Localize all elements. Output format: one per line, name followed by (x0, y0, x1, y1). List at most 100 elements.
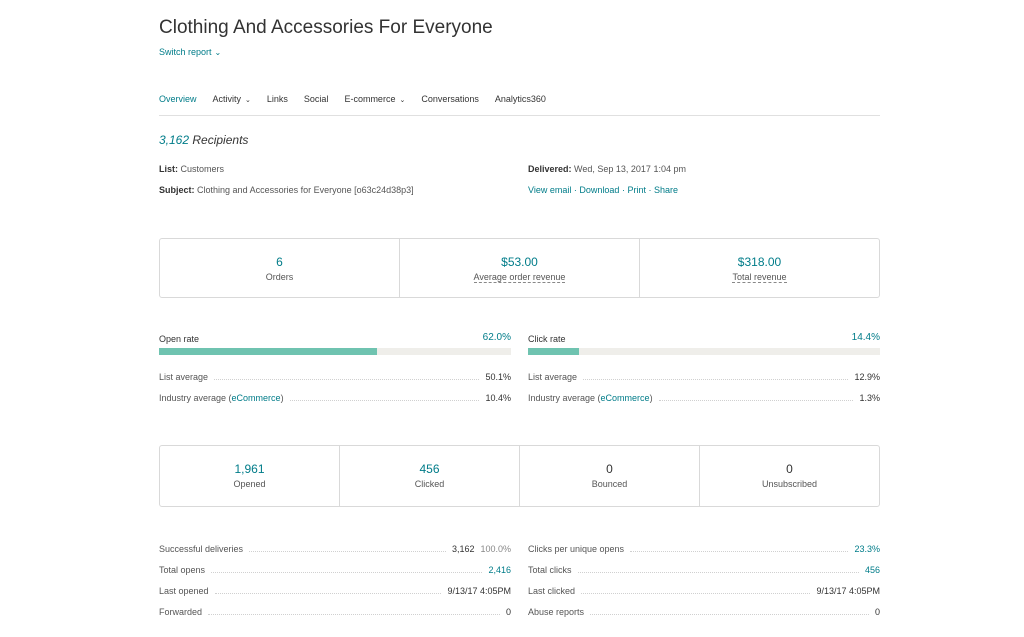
open-list-average-label: List average (159, 372, 209, 382)
tab-e-commerce[interactable]: E-commerce ⌄ (344, 94, 405, 115)
clicked-label: Clicked (414, 479, 445, 489)
open-rate-value: 62.0% (482, 332, 511, 343)
stat-label: Successful deliveries (159, 544, 244, 554)
click-industry-average-value: 1.3% (859, 393, 880, 403)
stat-value[interactable]: 456 (865, 565, 880, 575)
stat-row: Last clicked 9/13/17 4:05PM (528, 586, 880, 607)
orders-value: 6 (276, 255, 283, 269)
stat-label: Abuse reports (528, 607, 585, 617)
open-industry-average-value: 10.4% (485, 393, 511, 403)
tab-label: E-commerce (344, 94, 396, 104)
orders-stat: 6 Orders (160, 239, 400, 297)
view-email-link[interactable]: View email (528, 185, 571, 195)
switch-report-link[interactable]: Switch report ⌄ (159, 47, 221, 57)
tab-label: Activity (212, 94, 242, 104)
tab-label: Links (266, 94, 288, 104)
stat-label: Last clicked (528, 586, 576, 596)
click-industry-label: Industry average (eCommerce) (528, 393, 653, 403)
engagement-counts-box: 1,961 Opened 456 Clicked 0 Bounced 0 Uns… (159, 445, 880, 507)
unsubscribed-value: 0 (786, 462, 793, 476)
aor-value: $53.00 (501, 255, 538, 269)
tab-label: Social (303, 94, 329, 104)
click-rate-section: Click rate 14.4% List average 12.9% Indu… (528, 332, 880, 414)
total-revenue-stat: $318.00 Total revenue (640, 239, 879, 297)
tab-links[interactable]: Links (267, 94, 288, 115)
click-list-average-row: List average 12.9% (528, 372, 880, 393)
stat-row: Abuse reports 0 (528, 607, 880, 628)
right-stats-list: Clicks per unique opens 23.3% Total clicks… (528, 544, 880, 628)
average-order-revenue-stat: $53.00 Average order revenue (400, 239, 640, 297)
aor-label[interactable]: Average order revenue (473, 272, 566, 283)
tab-overview[interactable]: Overview (159, 94, 197, 115)
click-list-average-value: 12.9% (854, 372, 880, 382)
chevron-down-icon: ⌄ (214, 48, 222, 57)
ecommerce-summary-box: 6 Orders $53.00 Average order revenue $3… (159, 238, 880, 298)
tab-activity[interactable]: Activity ⌄ (213, 94, 251, 115)
subject-value: Clothing and Accessories for Everyone [o… (197, 185, 414, 195)
click-rate-fill (528, 348, 579, 355)
separator: · (573, 185, 577, 195)
stat-value[interactable]: 23.3% (854, 544, 880, 554)
list-label: List: (159, 164, 178, 174)
open-rate-label: Open rate (159, 334, 200, 344)
stat-sub-value: 100.0% (480, 544, 511, 554)
click-industry-average-row: Industry average (eCommerce) 1.3% (528, 393, 880, 414)
click-rate-bar (528, 348, 880, 355)
open-list-average-value: 50.1% (485, 372, 511, 382)
stat-label: Forwarded (159, 607, 203, 617)
delivered-value: Wed, Sep 13, 2017 1:04 pm (574, 164, 686, 174)
open-industry-label: Industry average (eCommerce) (159, 393, 284, 403)
click-list-average-label: List average (528, 372, 578, 382)
tab-social[interactable]: Social (304, 94, 329, 115)
click-rate-label: Click rate (528, 334, 566, 344)
tab-label: Overview (159, 94, 197, 104)
subject-label: Subject: (159, 185, 195, 195)
bounced-label: Bounced (591, 479, 628, 489)
orders-label: Orders (265, 272, 294, 282)
stat-value: 9/13/17 4:05PM (447, 586, 511, 596)
clicked-value: 456 (419, 462, 440, 476)
ecommerce-industry-link[interactable]: eCommerce (232, 393, 281, 403)
list-value: Customers (180, 164, 225, 174)
opened-label: Opened (233, 479, 266, 489)
opened-stat[interactable]: 1,961 Opened (160, 446, 340, 506)
stat-value: 0 (505, 607, 511, 617)
bounced-value: 0 (606, 462, 613, 476)
download-link[interactable]: Download (579, 185, 619, 195)
tab-conversations[interactable]: Conversations (421, 94, 479, 115)
delivered-info: Delivered: Wed, Sep 13, 2017 1:04 pm (528, 164, 686, 174)
opened-value: 1,961 (234, 462, 265, 476)
open-industry-average-row: Industry average (eCommerce) 10.4% (159, 393, 511, 414)
click-rate-value: 14.4% (851, 332, 880, 343)
stat-label: Total clicks (528, 565, 572, 575)
stat-row: Clicks per unique opens 23.3% (528, 544, 880, 565)
stat-value: 9/13/17 4:05PM (816, 586, 880, 596)
separator: · (648, 185, 652, 195)
stat-label: Last opened (159, 586, 209, 596)
revenue-label[interactable]: Total revenue (732, 272, 787, 283)
switch-report-label: Switch report (159, 47, 212, 57)
email-actions: View email · Download · Print · Share (528, 185, 678, 195)
left-stats-list: Successful deliveries 3,162 100.0% Total op… (159, 544, 511, 628)
list-info: List: Customers (159, 164, 224, 174)
stat-row: Total clicks 456 (528, 565, 880, 586)
open-list-average-row: List average 50.1% (159, 372, 511, 393)
unsubscribed-label: Unsubscribed (761, 479, 818, 489)
print-link[interactable]: Print (627, 185, 646, 195)
stat-value[interactable]: 2,416 (488, 565, 511, 575)
stat-row: Last opened 9/13/17 4:05PM (159, 586, 511, 607)
tab-label: Analytics360 (494, 94, 546, 104)
revenue-value: $318.00 (737, 255, 782, 269)
open-rate-bar (159, 348, 511, 355)
stat-row: Total opens 2,416 (159, 565, 511, 586)
open-rate-fill (159, 348, 378, 355)
separator: · (621, 185, 625, 195)
share-link[interactable]: Share (654, 185, 678, 195)
stat-label: Clicks per unique opens (528, 544, 625, 554)
delivered-label: Delivered: (528, 164, 572, 174)
stat-row: Forwarded 0 (159, 607, 511, 628)
tab-analytics360[interactable]: Analytics360 (495, 94, 546, 115)
ecommerce-industry-link[interactable]: eCommerce (601, 393, 650, 403)
recipients-count: 3,162 Recipients (159, 133, 248, 147)
clicked-stat[interactable]: 456 Clicked (340, 446, 520, 506)
